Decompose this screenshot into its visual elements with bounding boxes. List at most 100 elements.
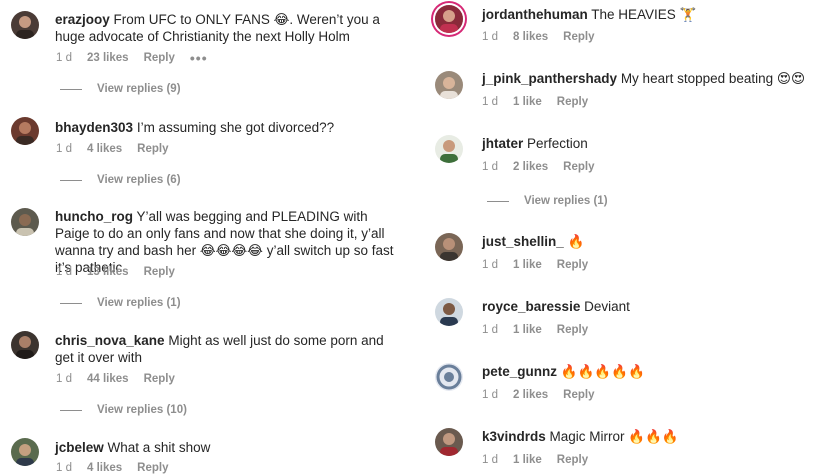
likes-count[interactable]: 2 likes [513, 389, 548, 401]
username[interactable]: k3vindrds [482, 429, 546, 444]
comment-text-block: j_pink_panthershady My heart stopped bea… [482, 70, 837, 87]
comment-text: Deviant [584, 299, 630, 314]
view-replies-button[interactable]: View replies (6) [60, 174, 181, 186]
likes-count[interactable]: 4 likes [87, 143, 122, 155]
likes-count[interactable]: 44 likes [87, 373, 129, 385]
reply-button[interactable]: Reply [557, 96, 588, 108]
timestamp: 1 d [482, 389, 498, 401]
username[interactable]: chris_nova_kane [55, 333, 165, 348]
likes-count[interactable]: 1 like [513, 96, 542, 108]
divider-line [60, 179, 82, 181]
more-options-icon[interactable]: ••• [190, 51, 208, 65]
view-replies-button[interactable]: View replies (9) [60, 83, 181, 95]
comment-text: I’m assuming she got divorced?? [136, 120, 335, 135]
avatar[interactable] [11, 331, 39, 359]
timestamp: 1 d [56, 266, 72, 278]
avatar[interactable] [435, 135, 463, 163]
reply-button[interactable]: Reply [563, 161, 594, 173]
view-replies-button[interactable]: View replies (1) [487, 195, 608, 207]
username[interactable]: bhayden303 [55, 120, 133, 135]
timestamp: 1 d [482, 31, 498, 43]
divider-line [60, 302, 82, 304]
username[interactable]: jhtater [482, 136, 523, 151]
divider-line [487, 200, 509, 202]
comment-meta: 1 d 13 likes Reply [56, 266, 190, 278]
avatar[interactable] [11, 208, 39, 236]
comment-meta: 1 d 23 likes Reply ••• [56, 51, 223, 65]
view-replies-label: View replies (1) [97, 297, 181, 309]
avatar[interactable] [11, 11, 39, 39]
timestamp: 1 d [56, 52, 72, 64]
timestamp: 1 d [482, 259, 498, 271]
comment-meta: 1 d 4 likes Reply [56, 143, 184, 155]
view-replies-label: View replies (10) [97, 404, 187, 416]
timestamp: 1 d [56, 373, 72, 385]
username[interactable]: jcbelew [55, 440, 104, 455]
reply-button[interactable]: Reply [557, 259, 588, 271]
avatar[interactable] [435, 428, 463, 456]
likes-count[interactable]: 8 likes [513, 31, 548, 43]
comment-text-block: bhayden303 I’m assuming she got divorced… [55, 119, 410, 136]
avatar[interactable] [435, 363, 463, 391]
comment-meta: 1 d 2 likes Reply [482, 161, 610, 173]
view-replies-label: View replies (9) [97, 83, 181, 95]
reply-button[interactable]: Reply [137, 143, 168, 155]
view-replies-button[interactable]: View replies (10) [60, 404, 187, 416]
comments-column-right: jordanthehuman The HEAVIES 🏋️ 1 d 8 like… [420, 0, 840, 473]
username[interactable]: huncho_rog [55, 209, 133, 224]
comment-text-block: k3vindrds Magic Mirror 🔥🔥🔥 [482, 428, 837, 445]
avatar[interactable] [435, 298, 463, 326]
username[interactable]: just_shellin_ [482, 234, 564, 249]
comment-text-block: royce_baressie Deviant [482, 298, 837, 315]
comment-text-block: pete_gunnz 🔥🔥🔥🔥🔥 [482, 363, 837, 380]
timestamp: 1 d [482, 324, 498, 336]
comment-meta: 1 d 1 like Reply [482, 96, 603, 108]
comment-text-block: jcbelew What a shit show [55, 439, 410, 456]
avatar[interactable] [435, 71, 463, 99]
avatar[interactable] [435, 5, 463, 33]
likes-count[interactable]: 1 like [513, 324, 542, 336]
timestamp: 1 d [482, 161, 498, 173]
view-replies-button[interactable]: View replies (1) [60, 297, 181, 309]
username[interactable]: pete_gunnz [482, 364, 557, 379]
username[interactable]: j_pink_panthershady [482, 71, 617, 86]
comment-meta: 1 d 8 likes Reply [482, 31, 610, 43]
reply-button[interactable]: Reply [144, 373, 175, 385]
username[interactable]: jordanthehuman [482, 7, 588, 22]
username[interactable]: royce_baressie [482, 299, 580, 314]
timestamp: 1 d [482, 96, 498, 108]
username[interactable]: erazjooy [55, 12, 110, 27]
reply-button[interactable]: Reply [557, 324, 588, 336]
comment-text: My heart stopped beating 😍😍 [620, 71, 806, 86]
reply-button[interactable]: Reply [557, 454, 588, 466]
comment-meta: 1 d 1 like Reply [482, 454, 603, 466]
timestamp: 1 d [482, 454, 498, 466]
comment-meta: 1 d 1 like Reply [482, 324, 603, 336]
comment-text: 🔥 [567, 234, 585, 249]
comment-text-block: jordanthehuman The HEAVIES 🏋️ [482, 6, 837, 23]
divider-line [60, 409, 82, 411]
avatar[interactable] [435, 233, 463, 261]
comment-text: 🔥🔥🔥🔥🔥 [560, 364, 645, 379]
reply-button[interactable]: Reply [563, 389, 594, 401]
timestamp: 1 d [56, 143, 72, 155]
avatar[interactable] [11, 117, 39, 145]
reply-button[interactable]: Reply [144, 52, 175, 64]
comment-text: What a shit show [107, 440, 211, 455]
comment-meta: 1 d 44 likes Reply [56, 373, 190, 385]
reply-button[interactable]: Reply [563, 31, 594, 43]
likes-count[interactable]: 13 likes [87, 266, 129, 278]
likes-count[interactable]: 1 like [513, 454, 542, 466]
comment-text-block: erazjooy From UFC to ONLY FANS 😂. Weren’… [55, 11, 410, 45]
likes-count[interactable]: 4 likes [87, 462, 122, 474]
reply-button[interactable]: Reply [137, 462, 168, 474]
likes-count[interactable]: 2 likes [513, 161, 548, 173]
avatar[interactable] [11, 438, 39, 466]
reply-button[interactable]: Reply [144, 266, 175, 278]
comment-meta: 1 d 1 like Reply [482, 259, 603, 271]
likes-count[interactable]: 1 like [513, 259, 542, 271]
divider-line [60, 88, 82, 90]
comment-text: The HEAVIES 🏋️ [591, 7, 697, 22]
likes-count[interactable]: 23 likes [87, 52, 129, 64]
comment-text: Magic Mirror 🔥🔥🔥 [549, 429, 679, 444]
